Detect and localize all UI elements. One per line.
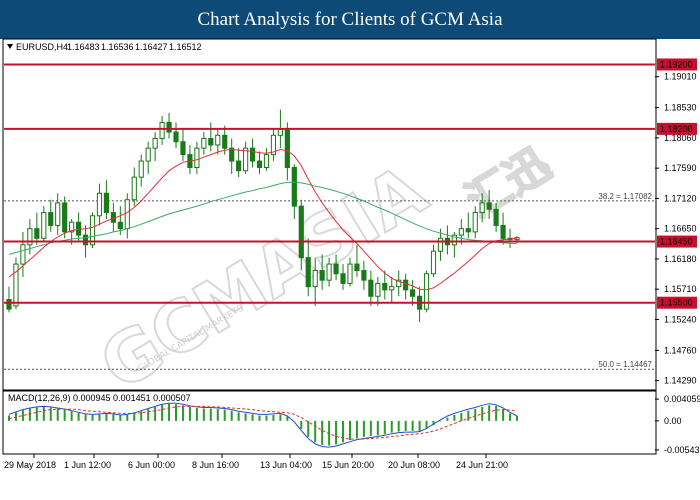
candle-body: [312, 270, 318, 288]
candle-body: [159, 121, 165, 140]
time-tick-label: 8 Jun 16:00: [192, 460, 239, 470]
candle-body: [131, 176, 137, 201]
candle-body: [486, 202, 492, 210]
price-tick-label: 1.18060: [664, 133, 697, 143]
candle-body: [152, 138, 158, 149]
instrument-symbol: EURUSD,H4: [16, 42, 68, 52]
instrument-high: 1.16536: [101, 42, 134, 52]
candle-body: [41, 212, 47, 239]
candle-body: [243, 147, 249, 172]
candle-body: [458, 228, 464, 236]
candle-body: [465, 228, 471, 233]
time-tick-label: 20 Jun 08:00: [388, 460, 440, 470]
candle-body: [201, 138, 207, 149]
price-level-tag-label: 1.16450: [660, 237, 693, 247]
price-level-tag-label: 1.15500: [660, 298, 693, 308]
candle-body: [96, 192, 103, 217]
candle-body: [340, 273, 346, 284]
candle-body: [215, 134, 221, 146]
candle-body: [291, 166, 297, 207]
time-tick-label: 13 Jun 04:00: [260, 460, 312, 470]
candle-body: [256, 160, 263, 168]
candle-body: [103, 192, 110, 214]
instrument-low: 1.16427: [135, 42, 168, 52]
price-tick-label: 1.17120: [664, 193, 697, 203]
candle-body: [76, 221, 82, 236]
candle-body: [298, 205, 304, 259]
candle-body: [375, 282, 381, 297]
instrument-close: 1.16512: [169, 42, 202, 52]
time-tick-label: 6 Jun 00:00: [128, 460, 175, 470]
macd-tick-label: -0.00543: [664, 445, 700, 455]
candle-body: [166, 121, 172, 133]
candle-body: [493, 208, 499, 226]
candle-body: [34, 228, 40, 239]
instrument-open: 1.16483: [67, 42, 100, 52]
candle-body: [354, 263, 360, 272]
price-tick-label: 1.14290: [664, 376, 697, 386]
price-tick-label: 1.15710: [664, 284, 697, 294]
candle-body: [368, 279, 374, 297]
candle-body: [305, 257, 311, 288]
time-tick-label: 24 Jun 21:00: [456, 460, 508, 470]
candle-body: [20, 244, 26, 265]
candle-body: [361, 270, 367, 281]
candle-body: [284, 128, 290, 168]
candle-body: [89, 215, 96, 246]
instrument-header: EURUSD,H4 1.16483 1.16536 1.16427 1.1651…: [7, 42, 202, 52]
macd-axis: 0.004059 0.00 -0.00543: [655, 394, 700, 455]
macd-label: MACD(12,26,9) 0.000945 0.001451 0.000507: [8, 393, 191, 403]
candle-body: [55, 202, 61, 226]
candle-body: [145, 147, 151, 162]
candle-body: [6, 298, 12, 310]
candle-body: [82, 234, 89, 246]
candle-body: [124, 199, 130, 230]
time-tick-label: 29 May 2018: [4, 460, 56, 470]
candle-body: [472, 212, 478, 233]
candle-body: [138, 160, 144, 178]
candle-body: [347, 263, 353, 284]
price-tick-label: 1.19010: [664, 72, 697, 82]
candle-body: [117, 221, 123, 230]
candle-body: [326, 263, 332, 281]
price-axis: 1.19010 1.18530 1.18060 1.17590 1.17120 1.166…: [655, 72, 697, 386]
price-tick-label: 1.17590: [664, 163, 697, 173]
fib-level-label: 38.2 = 1.17082: [598, 192, 652, 201]
candle-body: [389, 286, 395, 291]
candle-body: [180, 141, 186, 156]
candle-body: [410, 289, 416, 297]
time-tick-label: 1 Jun 12:00: [64, 460, 111, 470]
candle-body: [333, 263, 339, 275]
candle-body: [48, 212, 54, 226]
chart-canvas[interactable]: GCMASIA 汇迅 GLOBAL CAPITAL MARKETS EURUSD…: [0, 0, 700, 500]
candle-body: [500, 224, 506, 239]
candle-body: [249, 147, 256, 162]
candle-body: [194, 147, 200, 168]
candle-body: [479, 202, 485, 214]
time-tick-label: 15 Jun 20:00: [322, 460, 374, 470]
price-tick-label: 1.14760: [664, 345, 697, 355]
price-tick-label: 1.18530: [664, 103, 697, 113]
fib-level-label: 50.0 = 1.14467: [598, 360, 652, 369]
candle-body: [403, 279, 409, 291]
candle-body: [437, 237, 444, 252]
candle-body: [62, 202, 68, 233]
candle-body: [236, 160, 242, 172]
candle-body: [430, 250, 437, 275]
candle-body: [173, 131, 179, 143]
candle-body: [382, 282, 388, 291]
price-tick-label: 1.15240: [664, 314, 697, 324]
macd-tick-label: 0.00: [664, 416, 682, 426]
candle-body: [208, 138, 214, 146]
price-tick-label: 1.16180: [664, 254, 697, 264]
candle-body: [222, 134, 228, 149]
candle-body: [319, 270, 325, 281]
price-level-tag-label: 1.19200: [660, 59, 693, 69]
macd-tick-label: 0.004059: [664, 394, 700, 404]
price-tick-label: 1.16650: [664, 224, 697, 234]
candle-body: [263, 154, 270, 168]
candle-body: [423, 273, 430, 310]
